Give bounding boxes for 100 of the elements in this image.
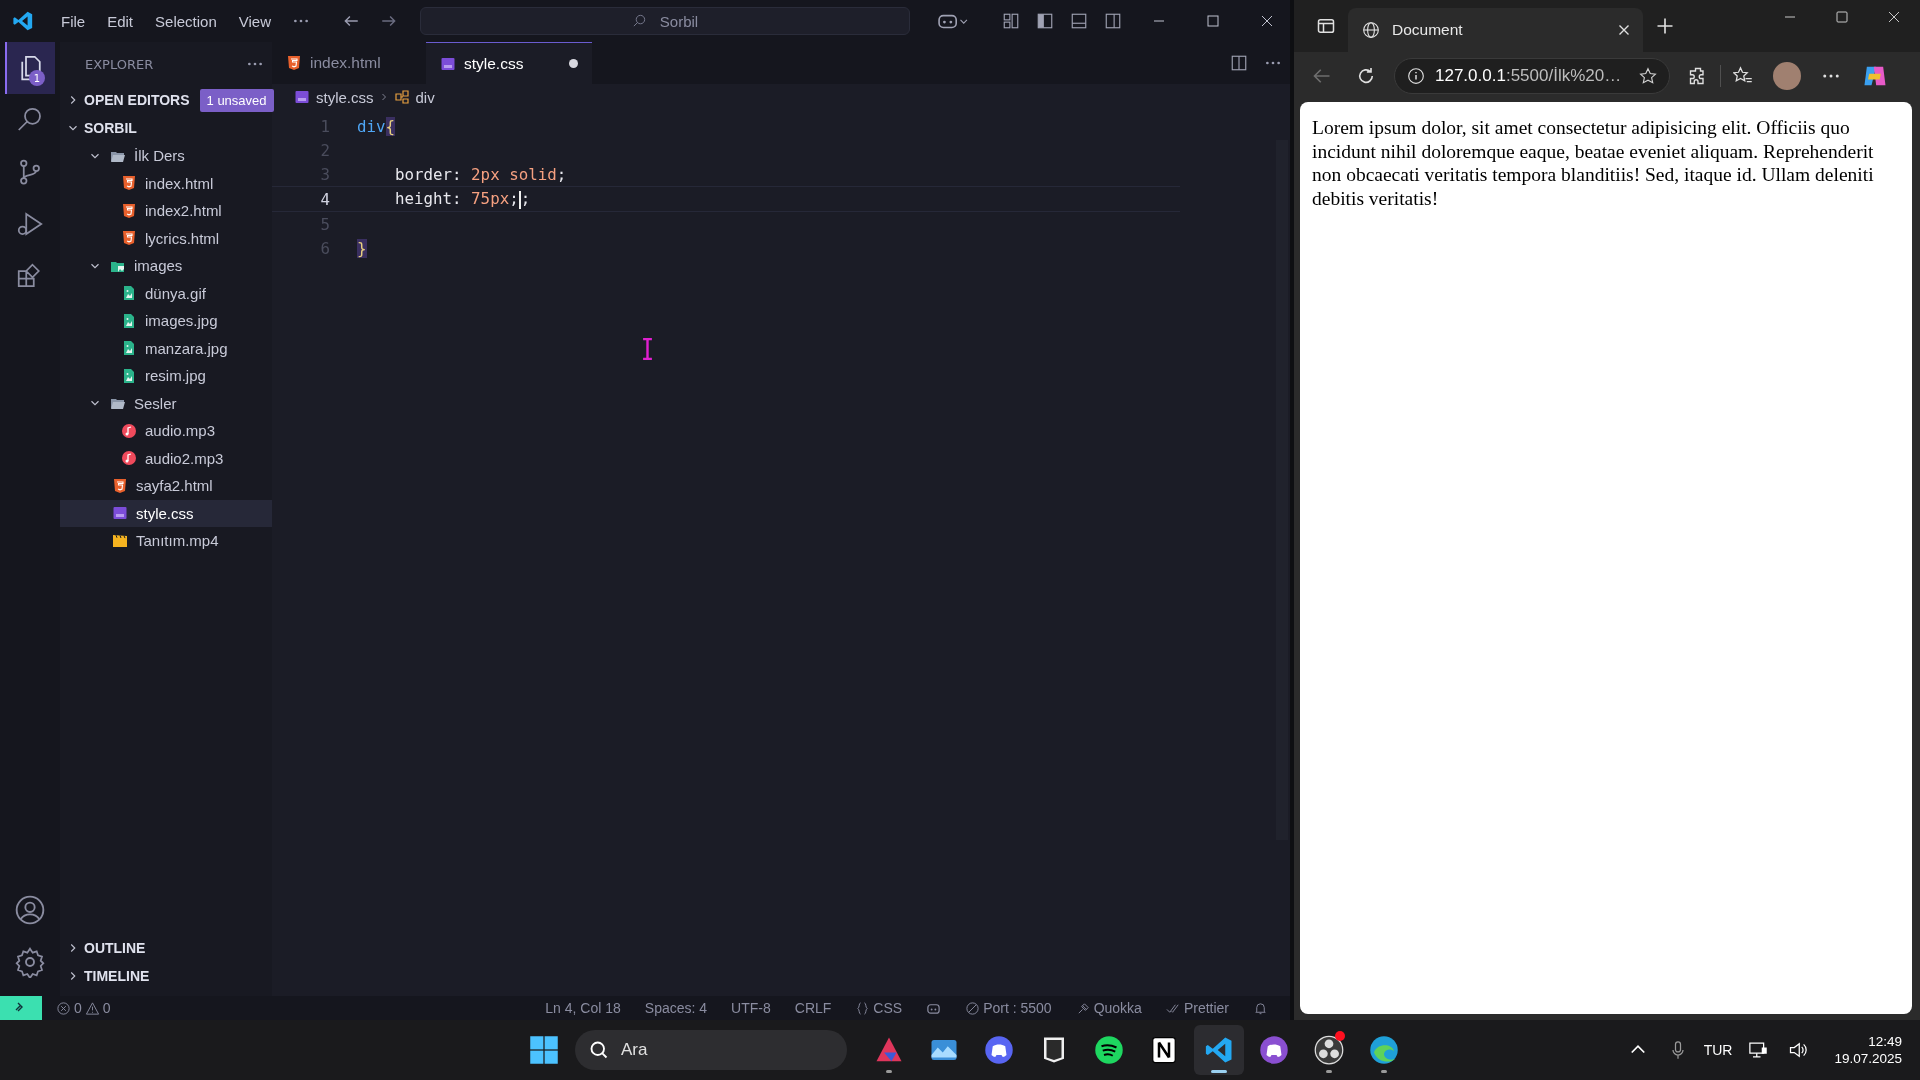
close-icon[interactable] xyxy=(1886,9,1902,25)
search-icon xyxy=(589,1040,609,1060)
discord-app-icon xyxy=(983,1035,1014,1065)
quokka-status[interactable]: Quokka xyxy=(1075,1000,1142,1016)
file-tree-item[interactable]: Tanıtım.mp4 xyxy=(60,527,272,555)
unsaved-badge: 1 unsaved xyxy=(199,88,274,112)
vscode-logo-icon xyxy=(12,10,34,32)
css-file-icon xyxy=(294,89,310,105)
code-line: height: 75px;; xyxy=(394,189,531,209)
panel-toggle-icon[interactable] xyxy=(1070,12,1088,30)
image-file-icon xyxy=(121,312,137,329)
menu-item[interactable]: Selection xyxy=(146,8,226,34)
warning-count: 0 xyxy=(102,1000,111,1016)
input-language[interactable]: TUR xyxy=(1703,1042,1733,1058)
split-editor-icon[interactable] xyxy=(1230,54,1248,72)
vscode-app-icon xyxy=(1203,1035,1234,1065)
section-header[interactable]: OPEN EDITORS xyxy=(84,92,190,108)
section-header[interactable]: TIMELINE xyxy=(84,968,150,984)
file-tree-item[interactable]: audio.mp3 xyxy=(60,417,272,445)
notification-bell-icon[interactable] xyxy=(1253,1000,1268,1016)
prettier-status[interactable]: Prettier xyxy=(1165,1000,1229,1016)
start-icon[interactable] xyxy=(529,1035,559,1065)
editor-tab[interactable]: index.html xyxy=(272,42,426,84)
unsaved-dot[interactable] xyxy=(569,59,578,68)
reload-icon[interactable] xyxy=(1356,66,1376,86)
activity-bar-button[interactable]: 1 xyxy=(5,42,55,94)
file-tree-item[interactable]: manzara.jpg xyxy=(60,334,272,362)
section-header[interactable]: OUTLINE xyxy=(84,940,146,956)
text-cursor-icon xyxy=(642,338,653,360)
new-tab-icon[interactable] xyxy=(1655,16,1675,36)
file-tree-item[interactable]: style.css xyxy=(60,499,272,527)
file-tree-item[interactable]: audio2.mp3 xyxy=(60,444,272,472)
html-file-icon xyxy=(121,202,137,219)
profile-avatar[interactable] xyxy=(1773,62,1801,90)
file-tree-item[interactable]: index2.html xyxy=(60,197,272,225)
status-item[interactable]: Ln 4, Col 18 xyxy=(545,1000,621,1016)
problems-indicator[interactable]: 0 0 xyxy=(56,1000,111,1016)
close-icon[interactable] xyxy=(1259,13,1275,29)
html-file-icon xyxy=(112,477,128,494)
symbol-icon xyxy=(393,89,410,105)
browser-tab[interactable]: Document xyxy=(1348,8,1643,52)
search-icon xyxy=(632,13,647,28)
star-icon[interactable] xyxy=(1639,67,1657,85)
copilot-icon[interactable] xyxy=(938,12,968,30)
network-icon[interactable] xyxy=(1748,1040,1769,1060)
section-header[interactable]: SORBIL xyxy=(84,120,137,136)
url-text: 127.0.0.1:5500/İlk%20… xyxy=(1435,66,1623,86)
file-tree-item[interactable]: sayfa2.html xyxy=(60,472,272,500)
sidebar-toggle-icon[interactable] xyxy=(1036,12,1054,30)
error-count: 0 xyxy=(74,1000,82,1016)
file-tree-item[interactable]: images xyxy=(60,252,272,280)
explorer-title: EXPLORER xyxy=(85,56,154,72)
maximize-icon[interactable] xyxy=(1834,9,1850,25)
status-item[interactable]: UTF-8 xyxy=(731,1000,771,1016)
edge-app-icon xyxy=(1368,1035,1399,1065)
live-server-port[interactable]: Port : 5500 xyxy=(965,1000,1052,1016)
file-tree-item[interactable]: resim.jpg xyxy=(60,362,272,390)
info-icon[interactable] xyxy=(1407,67,1425,85)
file-tree-item[interactable]: index.html xyxy=(60,169,272,197)
taskbar-app-button[interactable] xyxy=(1193,1025,1244,1075)
menu-item[interactable]: Edit xyxy=(98,8,143,34)
notification-badge: 1 xyxy=(29,70,45,86)
status-item[interactable]: CRLF xyxy=(794,1000,832,1016)
file-tree-item[interactable]: İlk Ders xyxy=(60,142,272,170)
html-file-icon xyxy=(286,55,302,71)
error-icon xyxy=(56,1000,71,1016)
breadcrumb-item[interactable]: div xyxy=(393,88,435,106)
file-tree-item[interactable]: dünya.gif xyxy=(60,279,272,307)
paragraph: Lorem ipsum dolor, sit amet consectetur adipisicing elit. Officiis quo incidunt nihil doloremque eaque, beatae eveniet aliquam. Reprehenderit non obcaecati veritatis tempora blanditiis! Sed, itaque id. Ullam deleniti debitis veritatis! xyxy=(1312,116,1875,211)
html-file-icon xyxy=(121,175,137,192)
language-mode[interactable]: CSS xyxy=(855,1000,903,1016)
file-tree-item[interactable]: images.jpg xyxy=(60,307,272,335)
clock-date[interactable]: 19.07.2025 xyxy=(1834,1051,1902,1066)
maximize-icon[interactable] xyxy=(1205,13,1221,29)
menu-item[interactable]: File xyxy=(52,8,95,34)
css-file-icon xyxy=(112,505,128,522)
run-debug-icon xyxy=(15,209,45,239)
volume-icon[interactable] xyxy=(1788,1040,1809,1060)
github-app-icon xyxy=(1258,1035,1289,1065)
braces-icon xyxy=(855,1000,871,1016)
file-tree-item[interactable]: Sesler xyxy=(60,389,272,417)
tab-actions-icon[interactable] xyxy=(1316,16,1336,36)
secondary-sidebar-icon[interactable] xyxy=(1104,12,1122,30)
image-file-icon xyxy=(121,340,137,357)
editor-tab[interactable]: style.css xyxy=(426,42,592,84)
code-line: div{ xyxy=(357,116,396,136)
no-entry-icon xyxy=(965,1000,981,1016)
globe-icon xyxy=(1362,21,1380,39)
audio-file-icon xyxy=(121,422,137,439)
status-item[interactable]: Spaces: 4 xyxy=(644,1000,708,1016)
image-file-icon xyxy=(121,285,137,302)
menu-item[interactable]: View xyxy=(229,8,280,34)
file-tree-item[interactable]: lycrics.html xyxy=(60,224,272,252)
taskbar-search-field[interactable]: Ara xyxy=(575,1030,847,1070)
address-bar[interactable]: 127.0.0.1:5500/İlk%20… xyxy=(1394,58,1670,94)
tab-title: Document xyxy=(1392,21,1464,39)
clock-time[interactable]: 12:49 xyxy=(1868,1034,1902,1049)
layout-icon[interactable] xyxy=(1002,12,1020,30)
command-center-search[interactable]: Sorbil xyxy=(420,7,910,35)
breadcrumb-item[interactable]: style.css xyxy=(294,88,374,106)
